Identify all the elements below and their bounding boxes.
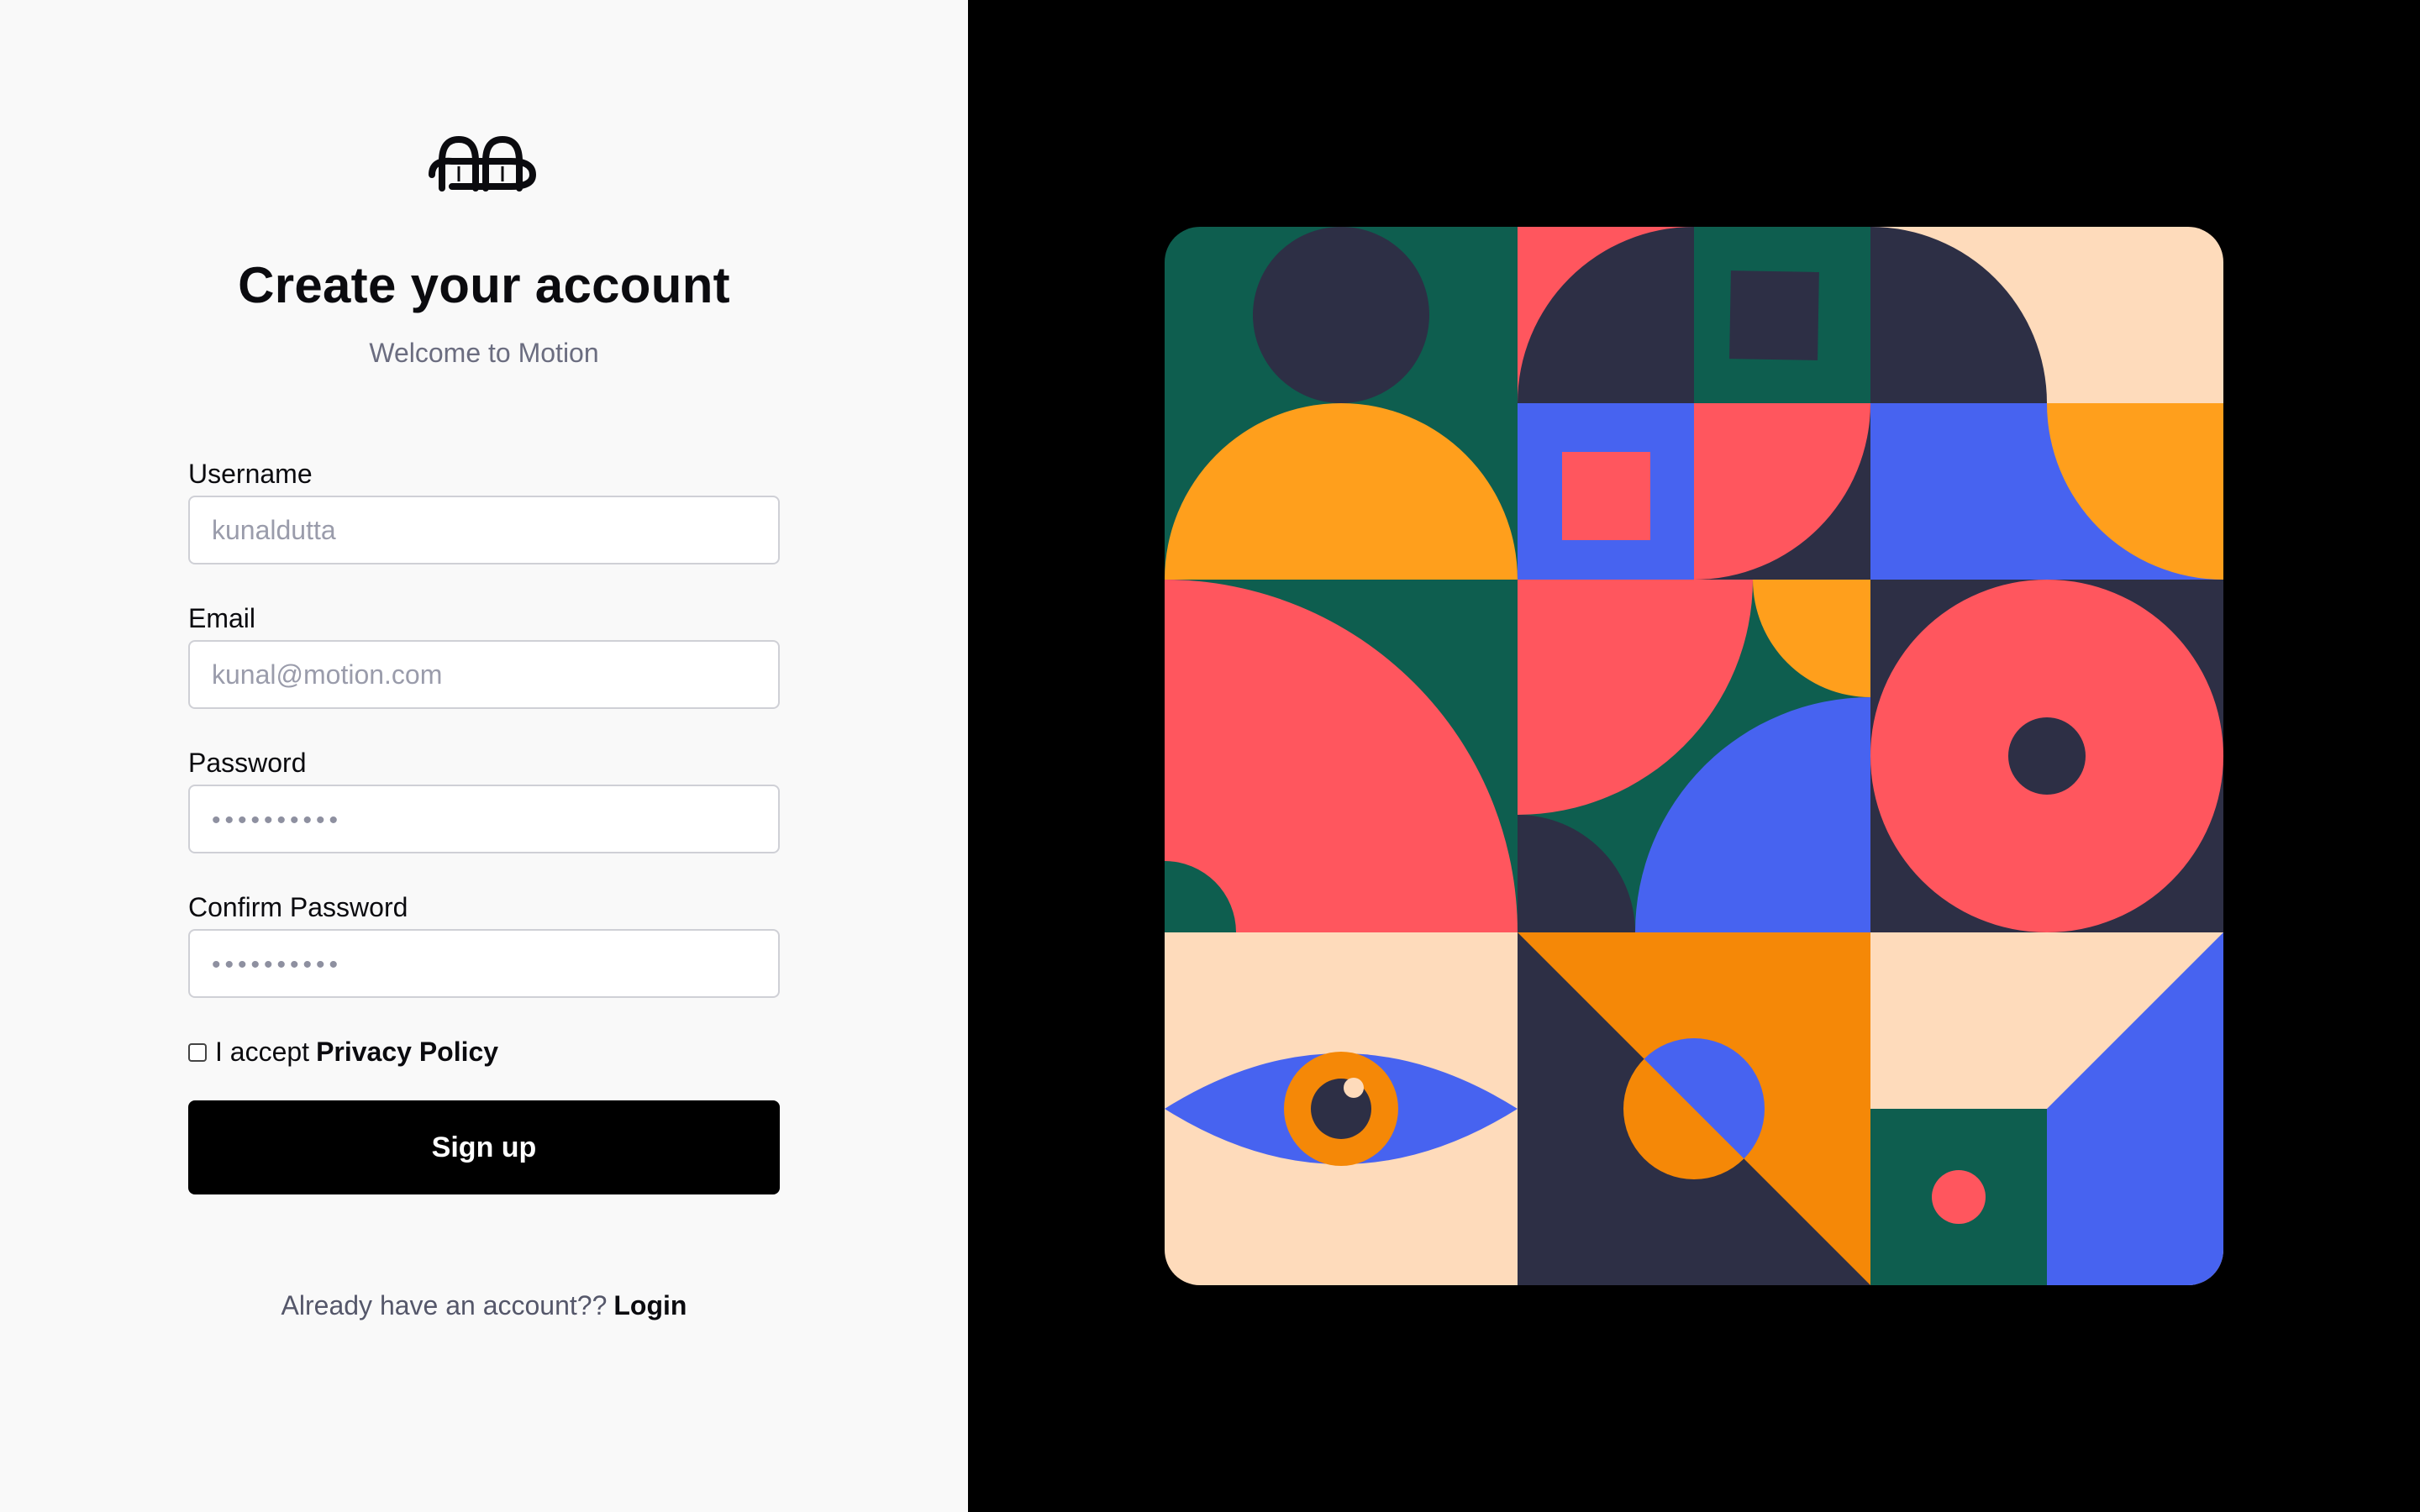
motion-logo-icon xyxy=(429,135,537,192)
password-input[interactable] xyxy=(188,785,780,853)
privacy-accept-row: I accept Privacy Policy xyxy=(188,1037,498,1068)
privacy-checkbox[interactable] xyxy=(188,1042,207,1062)
confirm-password-input[interactable] xyxy=(188,929,780,998)
privacy-policy-link[interactable]: Privacy Policy xyxy=(316,1037,498,1068)
username-label: Username xyxy=(188,459,313,489)
username-input[interactable] xyxy=(188,496,780,564)
accept-text: I accept xyxy=(215,1037,310,1067)
signup-panel: Create your account Welcome to Motion Us… xyxy=(0,0,968,1512)
page-title: Create your account xyxy=(238,257,730,313)
password-label: Password xyxy=(188,748,307,778)
page-subtitle: Welcome to Motion xyxy=(369,338,599,368)
illustration-panel xyxy=(968,0,2420,1512)
confirm-password-label: Confirm Password xyxy=(188,892,408,922)
email-input[interactable] xyxy=(188,640,780,709)
email-label: Email xyxy=(188,603,256,633)
sign-up-button[interactable]: Sign up xyxy=(188,1100,780,1194)
login-link[interactable]: Login xyxy=(613,1290,687,1320)
geometric-illustration xyxy=(1165,227,2223,1285)
login-prompt: Already have an account?? Login xyxy=(0,1290,968,1321)
login-prompt-text: Already have an account?? xyxy=(281,1290,608,1320)
